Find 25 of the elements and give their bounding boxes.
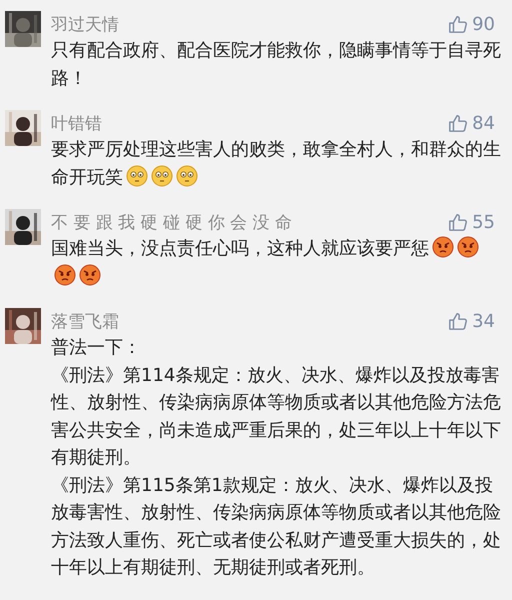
dizzy-face-icon xyxy=(126,164,148,186)
user-name[interactable]: 叶错错 xyxy=(51,112,102,134)
thumbs-up-icon xyxy=(448,14,468,34)
thumbs-up-icon xyxy=(448,113,468,133)
comment-text: 《刑法》第114条规定：放火、决水、爆炸以及投放毒害性、放射性、传染病病原体等物质或者以其他危险方法危害公共安全，尚未造成严重后果的，处三年以上十年以下有期徒刑。 xyxy=(51,364,501,470)
like-button[interactable]: 55 xyxy=(448,212,495,232)
comment-text: 普法一下： xyxy=(51,336,142,360)
angry-face-icon xyxy=(432,236,454,258)
user-name[interactable]: 落雪飞霜 xyxy=(51,310,119,332)
thumbs-up-icon xyxy=(448,212,468,232)
dizzy-face-icon xyxy=(176,164,198,186)
comment-text: 国难当头，没点责任心吗，这种人就应该要严惩 xyxy=(51,235,501,290)
like-button[interactable]: 90 xyxy=(448,14,495,34)
comment-text: 要求严厉处理这些害人的败类，敢拿全村人，和群众的生命开玩笑 xyxy=(51,138,501,190)
thumbs-up-icon xyxy=(448,311,468,331)
like-button[interactable]: 84 xyxy=(448,112,495,134)
angry-face-icon xyxy=(54,264,76,286)
user-name[interactable]: 不 要 跟 我 硬 碰 硬 你 会 没 命 xyxy=(51,210,292,234)
dizzy-face-icon xyxy=(151,164,173,186)
user-name[interactable]: 羽过天情 xyxy=(51,12,119,36)
like-button[interactable]: 34 xyxy=(448,310,495,332)
angry-face-icon xyxy=(457,236,479,258)
comment-text: 只有配合政府、配合医院才能救你，隐瞒事情等于自寻死路！ xyxy=(51,39,501,90)
comment-text: 《刑法》第115条第1款规定：放火、决水、爆炸以及投放毒害性、放射性、传染病病原体等物质或者以其他危险方法致人重伤、死亡或者使公私财产遭受重大损失的，处十年以上有期徒刑、无期徒刑或者死刑。 xyxy=(51,474,501,580)
angry-face-icon xyxy=(79,264,101,286)
